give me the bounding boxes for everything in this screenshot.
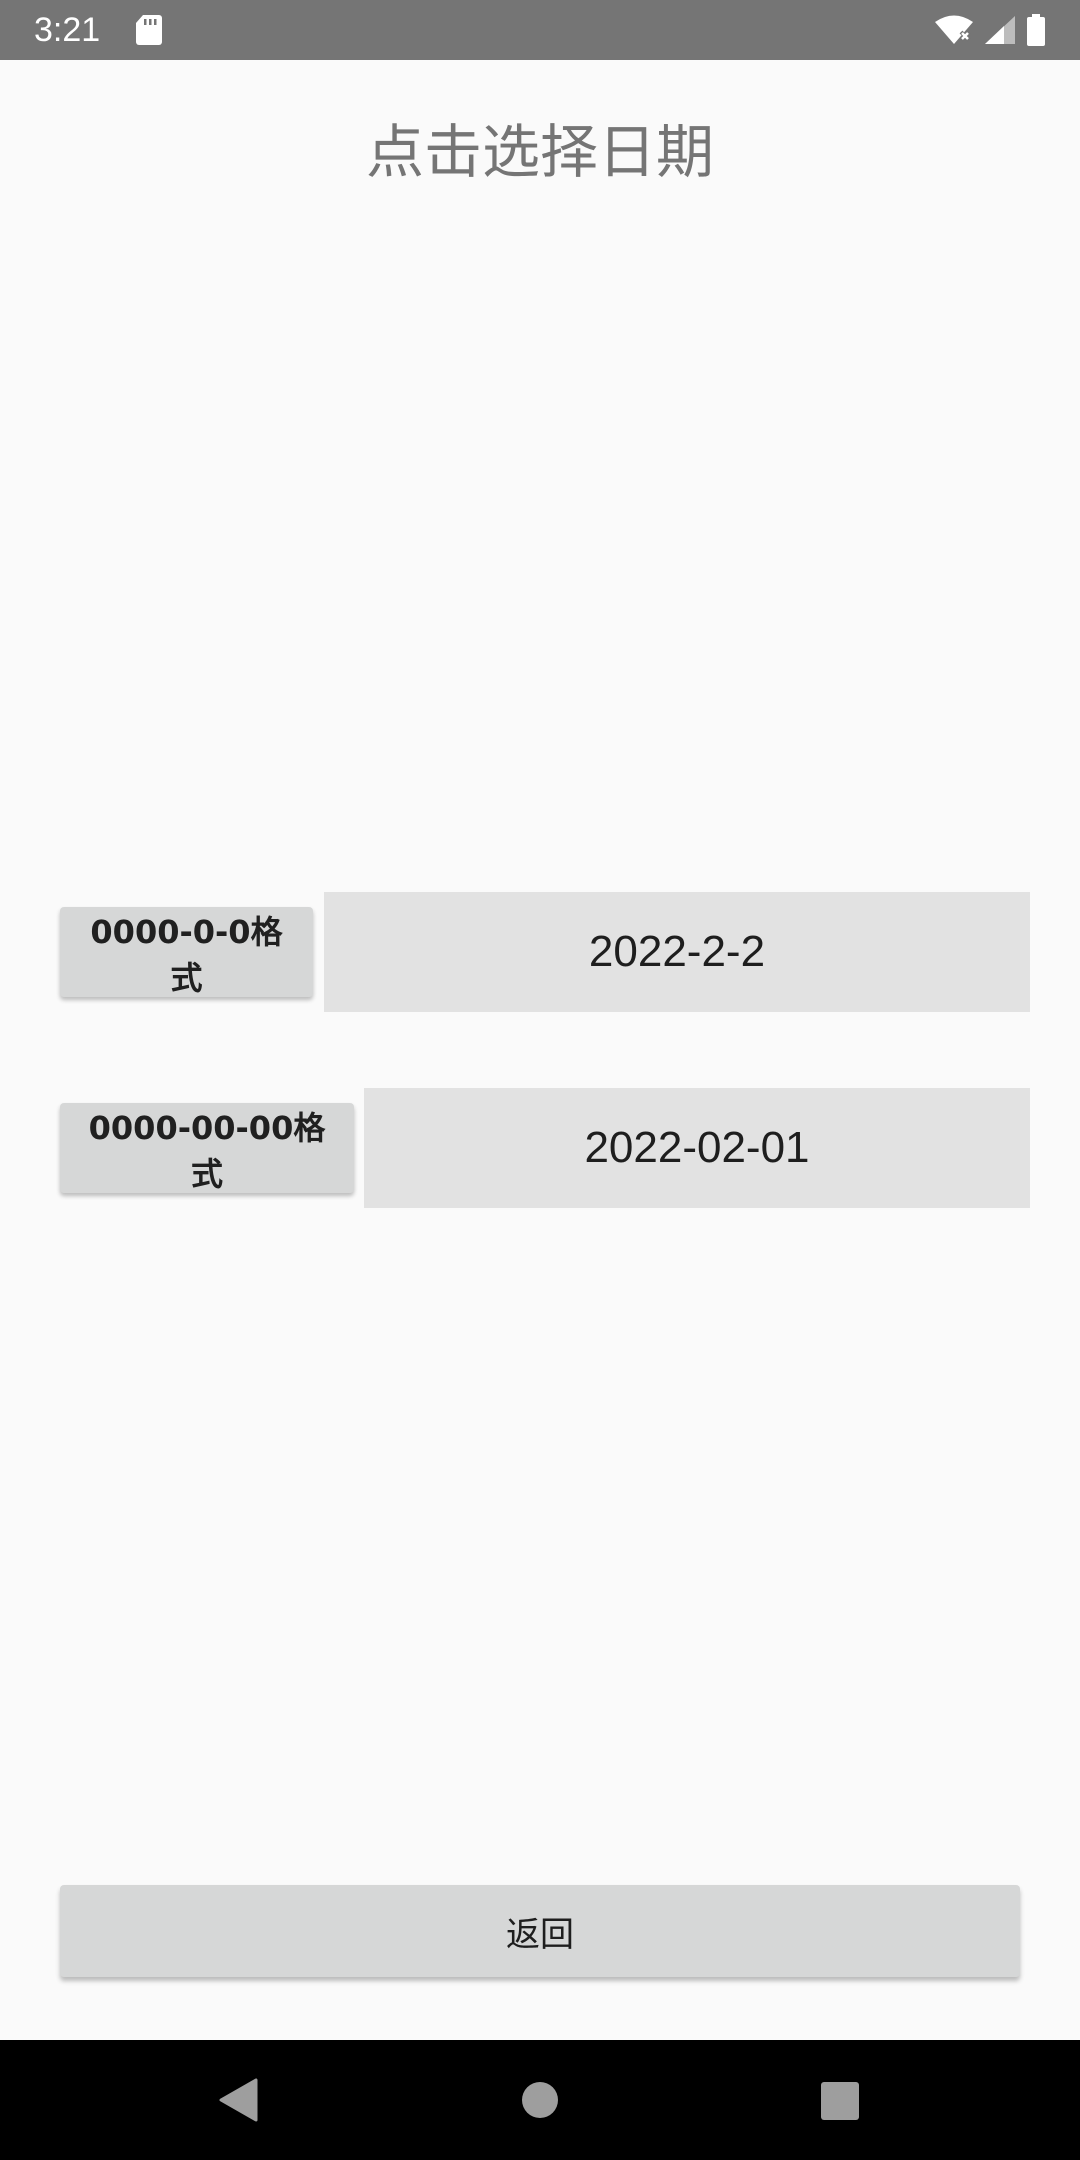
page-title: 点击选择日期: [365, 118, 714, 186]
date-field-short[interactable]: 2022-2-2: [324, 892, 1030, 1012]
status-icons: [934, 12, 1046, 48]
navigation-bar: [0, 2040, 1080, 2160]
screen: 3:21 点击选择日期 0000-0-0格式 2022-2-2 0000-00-…: [0, 0, 1080, 2160]
date-row-2: 0000-00-00格式 2022-02-01: [60, 1088, 1030, 1208]
home-circle-icon[interactable]: [522, 2082, 558, 2118]
battery-icon: [1027, 14, 1045, 46]
date-row-1: 0000-0-0格式 2022-2-2: [60, 892, 1030, 1012]
status-bar: 3:21: [0, 0, 1080, 60]
format-long-button[interactable]: 0000-00-00格式: [60, 1103, 354, 1193]
status-time: 3:21: [34, 11, 101, 49]
wifi-icon: [935, 15, 973, 44]
sd-card-icon: [136, 15, 162, 45]
signal-icon: [985, 16, 1015, 44]
recents-square-icon[interactable]: [821, 2082, 859, 2120]
format-short-button[interactable]: 0000-0-0格式: [60, 907, 313, 997]
date-field-long[interactable]: 2022-02-01: [364, 1088, 1030, 1208]
back-triangle-icon[interactable]: [218, 2078, 258, 2122]
back-button[interactable]: 返回: [60, 1885, 1020, 1977]
